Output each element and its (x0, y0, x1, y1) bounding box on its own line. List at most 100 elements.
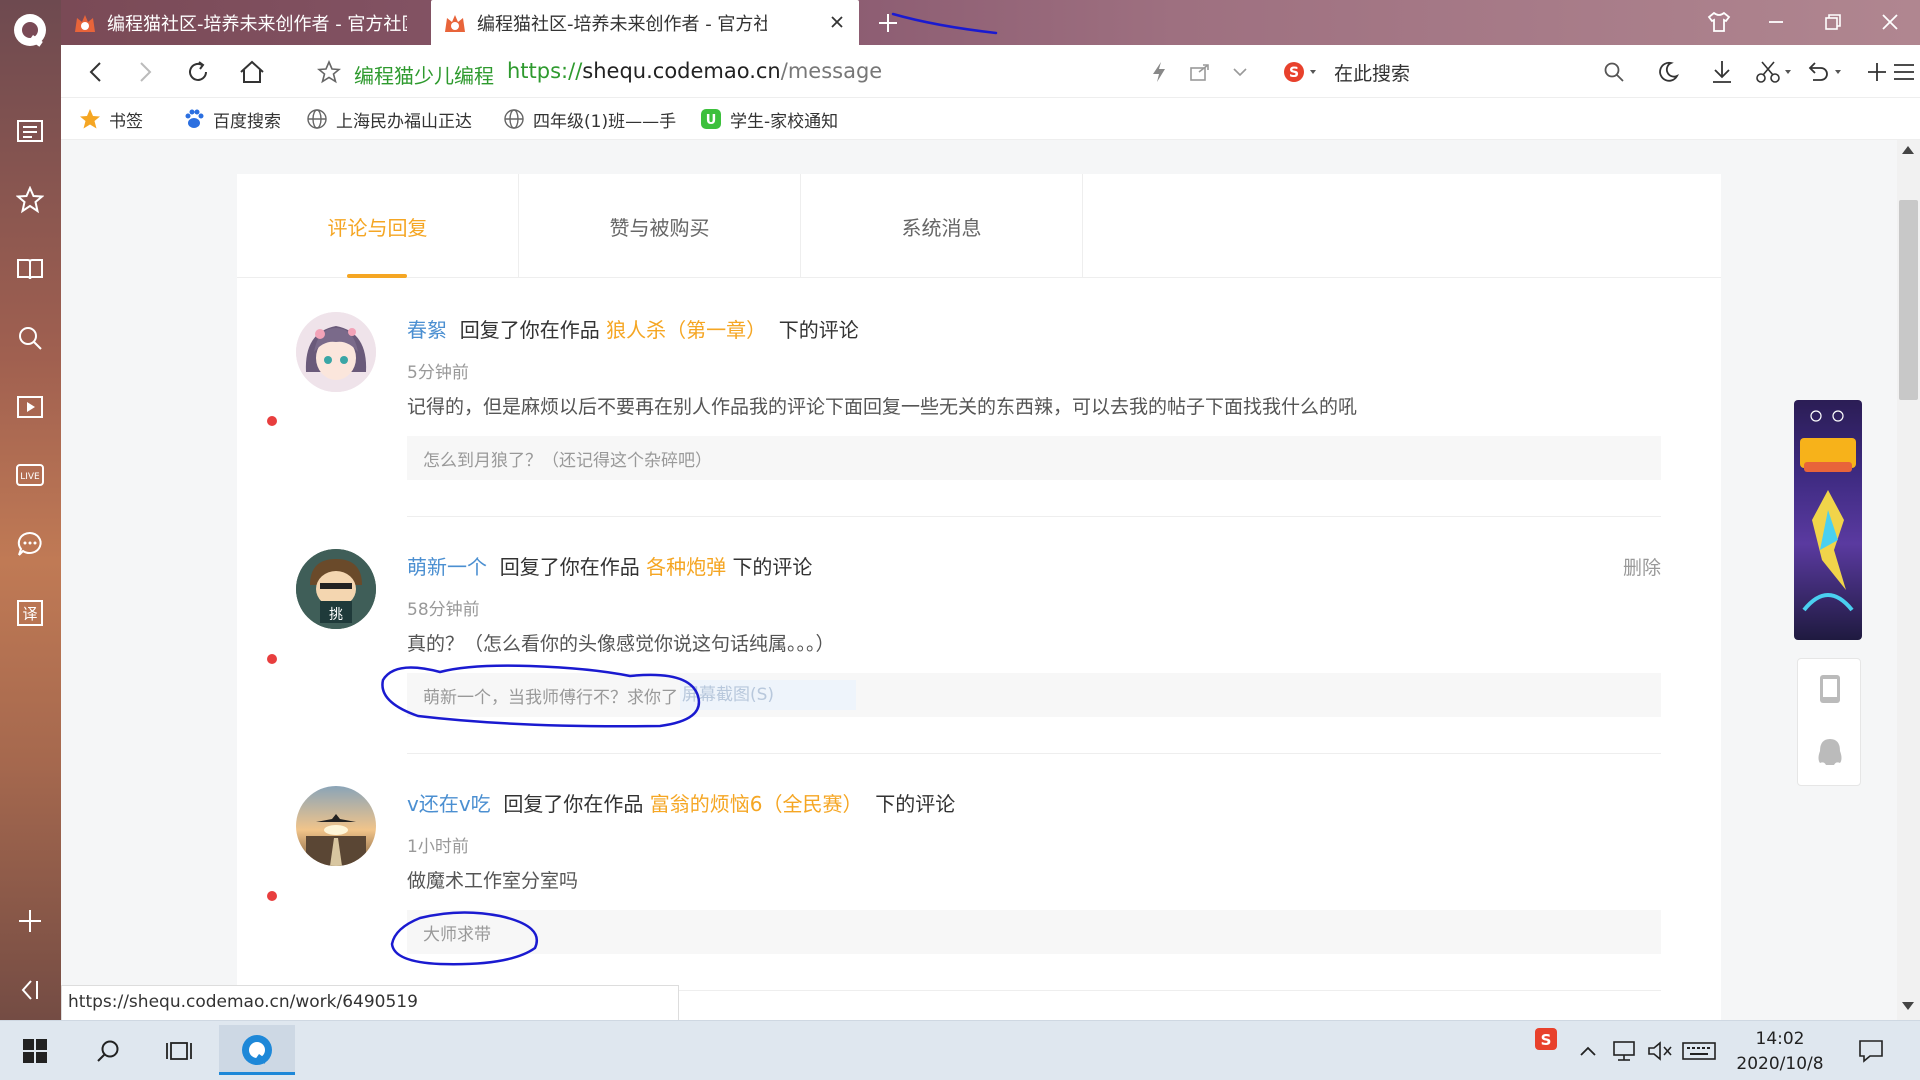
browser-tab-active[interactable]: 编程猫社区-培养未来创作者 - 官方社区 (431, 0, 859, 45)
taskbar-clock[interactable]: 14:02 2020/10/8 (1730, 1027, 1830, 1077)
bookmark-item[interactable]: 百度搜索 (183, 106, 281, 132)
menu-hamburger-icon[interactable] (1886, 54, 1920, 90)
bookmark-item[interactable]: 上海民办福山正达 (306, 106, 486, 132)
lightning-icon[interactable] (1141, 54, 1177, 90)
clock-date: 2020/10/8 (1736, 1054, 1824, 1074)
message-item: v还在v吃 回复了你在作品 富翁的烦恼6（全民赛） 下的评论 1小时前 做魔术工… (237, 752, 1721, 991)
clock-time: 14:02 (1755, 1029, 1805, 1049)
night-mode-moon-icon[interactable] (1650, 54, 1686, 90)
browser-tab[interactable]: 编程猫社区-培养未来创作者 - 官方社区 (61, 0, 431, 45)
tab-title: 编程猫社区-培养未来创作者 - 官方社区 (477, 13, 767, 35)
work-link[interactable]: 狼人杀（第一章） (606, 318, 766, 342)
work-link[interactable]: 富翁的烦恼6（全民赛） (650, 792, 863, 816)
bookmark-item[interactable]: U 学生-家校通知 (700, 106, 838, 132)
avatar[interactable]: 挑 (296, 549, 376, 629)
favorites-star-icon[interactable] (12, 182, 48, 218)
bookmark-item[interactable]: 书签 (79, 106, 143, 132)
news-icon[interactable] (12, 113, 48, 149)
baidu-paw-icon (183, 108, 205, 130)
home-icon[interactable] (234, 54, 270, 90)
scissors-screenshot-icon[interactable] (1753, 54, 1799, 90)
download-icon[interactable] (1704, 54, 1740, 90)
status-link-preview: https://shequ.codemao.cn/work/6490519 (61, 985, 679, 1020)
reader-book-icon[interactable] (12, 251, 48, 287)
bookmark-star-icon[interactable] (311, 54, 347, 90)
user-link[interactable]: v还在v吃 (407, 792, 491, 816)
volume-muted-icon[interactable] (1640, 1031, 1680, 1071)
forward-arrow-icon[interactable] (127, 54, 163, 90)
quoted-reply[interactable]: 萌新一个，当我师傅行不？求你了 屏幕截图(S) (407, 673, 1661, 717)
sogou-search-engine-icon[interactable]: S (1280, 54, 1324, 90)
close-window-icon[interactable] (1874, 6, 1906, 38)
skin-shirt-icon[interactable] (1703, 6, 1735, 38)
search-input[interactable]: 在此搜索 (1334, 59, 1410, 86)
avatar[interactable] (296, 786, 376, 866)
scroll-thumb[interactable] (1899, 200, 1918, 400)
new-tab-icon[interactable] (873, 8, 903, 38)
browser-taskbar-button[interactable] (219, 1025, 295, 1075)
mobile-phone-icon[interactable] (1818, 673, 1842, 705)
url-field[interactable]: https://shequ.codemao.cn/message (507, 59, 882, 83)
bookmark-item[interactable]: 四年级(1)班——手 (503, 106, 681, 132)
scroll-down-arrow-icon[interactable] (1902, 1002, 1914, 1010)
quoted-reply[interactable]: 怎么到月狼了？（还记得这个杂碎吧） (407, 436, 1661, 480)
restore-icon[interactable] (1817, 6, 1849, 38)
sogou-input-icon[interactable]: S (1526, 1019, 1566, 1059)
address-bar-row: 编程猫少儿编程 https://shequ.codemao.cn/message… (61, 45, 1920, 98)
chat-icon[interactable] (12, 526, 48, 562)
network-icon[interactable] (1605, 1031, 1645, 1071)
message-heading: 春絮 回复了你在作品 狼人杀（第一章） 下的评论 (407, 318, 859, 342)
page-viewport: 评论与回复 赞与被购买 系统消息 春絮 回复了你在作品 狼人杀（第一章） 下的评… (61, 140, 1897, 1020)
message-time: 58分钟前 (407, 600, 480, 620)
search-icon[interactable] (88, 1031, 128, 1071)
message-content: 做魔术工作室分室吗 (407, 870, 579, 892)
url-protocol: https:// (507, 59, 583, 83)
keyboard-icon[interactable] (1679, 1031, 1719, 1071)
work-link[interactable]: 各种炮弹 (646, 555, 726, 579)
windows-taskbar: S 14:02 2020/10/8 (0, 1020, 1920, 1080)
back-arrow-icon[interactable] (78, 54, 114, 90)
reload-icon[interactable] (180, 54, 216, 90)
url-path: /message (780, 59, 883, 83)
share-icon[interactable] (1182, 54, 1218, 90)
site-favicon-icon (443, 12, 467, 34)
browser-sidebar: LIVE 译 (0, 0, 61, 1020)
qq-penguin-icon[interactable] (1816, 737, 1844, 769)
quoted-reply[interactable]: 大师求带 (407, 910, 1661, 954)
globe-icon (306, 108, 328, 130)
undo-icon[interactable] (1803, 54, 1849, 90)
minimize-icon[interactable] (1760, 6, 1792, 38)
tab-strip: 编程猫社区-培养未来创作者 - 官方社区 编程猫社区-培养未来创作者 - 官方社… (61, 0, 1920, 45)
svg-text:LIVE: LIVE (20, 472, 40, 482)
chevron-up-icon[interactable] (1568, 1031, 1608, 1071)
svg-text:挑: 挑 (329, 607, 343, 623)
task-view-icon[interactable] (159, 1031, 199, 1071)
floating-toolbox (1797, 658, 1861, 786)
search-icon[interactable] (1596, 54, 1632, 90)
message-content: 记得的，但是麻烦以后不要再在别人作品我的评论下面回复一些无关的东西辣，可以去我的… (407, 396, 1358, 418)
translate-icon[interactable]: 译 (12, 595, 48, 631)
message-tabs: 评论与回复 赞与被购买 系统消息 (237, 174, 1721, 278)
close-tab-icon[interactable] (827, 12, 847, 32)
user-link[interactable]: 春絮 (407, 318, 447, 342)
tab-comments-replies[interactable]: 评论与回复 (237, 174, 519, 278)
search-icon[interactable] (12, 320, 48, 356)
tab-likes-purchases[interactable]: 赞与被购买 (519, 174, 801, 278)
scroll-up-arrow-icon[interactable] (1902, 146, 1914, 154)
avatar[interactable] (296, 312, 376, 392)
browser-logo-icon[interactable] (10, 10, 50, 50)
svg-text:S: S (1289, 65, 1299, 81)
delete-button[interactable]: 删除 (1623, 553, 1661, 580)
collapse-sidebar-icon[interactable] (12, 972, 48, 1008)
tab-system-messages[interactable]: 系统消息 (801, 174, 1083, 278)
message-content: 真的？（怎么看你的头像感觉你说这句话纯属。。。） (407, 633, 835, 655)
side-banner-ad[interactable] (1794, 400, 1862, 640)
chevron-down-icon[interactable] (1222, 54, 1258, 90)
add-icon[interactable] (12, 903, 48, 939)
windows-start-icon[interactable] (15, 1031, 55, 1071)
live-icon[interactable]: LIVE (12, 457, 48, 493)
user-link[interactable]: 萌新一个 (407, 555, 487, 579)
video-icon[interactable] (12, 389, 48, 425)
notification-icon[interactable] (1851, 1031, 1891, 1071)
message-item: 春絮 回复了你在作品 狼人杀（第一章） 下的评论 5分钟前 记得的，但是麻烦以后… (237, 278, 1721, 517)
